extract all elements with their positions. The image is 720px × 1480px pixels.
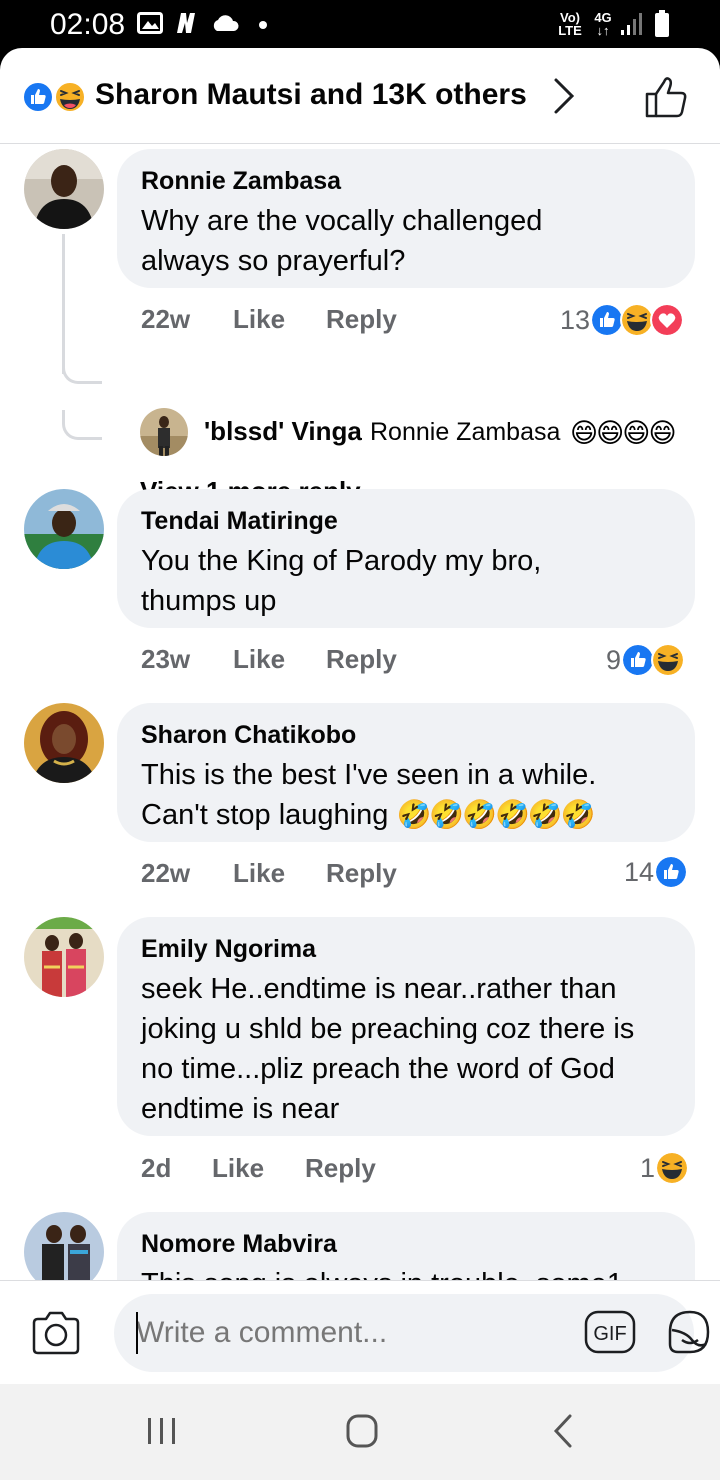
- reply-author[interactable]: 'blssd' Vinga: [204, 416, 362, 447]
- comment-bubble[interactable]: Tendai Matiringe You the King of Parody …: [117, 489, 695, 628]
- more-notifications-dot-icon: [259, 21, 267, 29]
- camera-icon[interactable]: [30, 1309, 82, 1357]
- commenter-name[interactable]: Ronnie Zambasa: [141, 165, 671, 197]
- gif-label: GIF: [593, 1323, 626, 1345]
- comment-text: This song is always in trouble, some1: [141, 1264, 671, 1280]
- status-bar: 02:08 Vo) LTE 4G ↓↑: [0, 0, 720, 48]
- reaction-count: 1: [640, 1152, 656, 1183]
- comment-time: 2d: [141, 1153, 172, 1183]
- comment-time: 23w: [141, 644, 191, 674]
- thread-branch: [62, 354, 102, 384]
- commenter-name[interactable]: Nomore Mabvira: [141, 1228, 671, 1260]
- haha-icon: [54, 81, 86, 113]
- reply-text: Ronnie Zambasa: [370, 418, 561, 446]
- gif-button[interactable]: GIF: [584, 1310, 636, 1354]
- comments-list[interactable]: Ronnie Zambasa Why are the vocally chall…: [0, 144, 720, 1280]
- reply-comment-button[interactable]: Reply: [326, 304, 397, 335]
- text-caret: [136, 1312, 138, 1354]
- chevron-right-icon[interactable]: [548, 76, 578, 116]
- avatar[interactable]: [24, 703, 104, 783]
- reactions-header[interactable]: Sharon Mautsi and 13K others: [0, 48, 720, 144]
- comment-time: 22w: [141, 858, 191, 888]
- reaction-count: 14: [624, 856, 655, 887]
- reply-preview[interactable]: 'blssd' Vinga Ronnie Zambasa 😄😄😄😄: [140, 408, 700, 456]
- love-icon: [650, 303, 685, 337]
- reply-comment-button[interactable]: Reply: [326, 644, 397, 675]
- like-icon: [654, 855, 689, 889]
- battery-icon: [655, 10, 669, 37]
- thread-branch: [62, 410, 102, 440]
- comment-text: seek He..endtime is near..rather than jo…: [141, 973, 635, 1125]
- comment-input-container[interactable]: GIF: [114, 1294, 710, 1372]
- comment-composer: GIF: [0, 1280, 720, 1384]
- comment-text: Why are the vocally challenged always so…: [141, 205, 543, 277]
- comment-bubble[interactable]: Ronnie Zambasa Why are the vocally chall…: [117, 149, 695, 288]
- commenter-name[interactable]: Sharon Chatikobo: [141, 719, 671, 751]
- like-comment-button[interactable]: Like: [212, 1153, 264, 1184]
- like-icon: [22, 81, 54, 113]
- comment-input[interactable]: [136, 1314, 456, 1352]
- avatar[interactable]: [24, 149, 104, 229]
- like-icon: [590, 303, 625, 337]
- data-arrows-label: ↓↑: [596, 23, 610, 38]
- comment-reactions[interactable]: 13: [560, 302, 685, 338]
- like-comment-button[interactable]: Like: [233, 304, 285, 335]
- reply-comment-button[interactable]: Reply: [305, 1153, 376, 1184]
- comment-reactions[interactable]: 14: [624, 854, 689, 890]
- commenter-name[interactable]: Emily Ngorima: [141, 933, 671, 965]
- comments-screen: Sharon Mautsi and 13K others Ronnie Zamb…: [0, 48, 720, 1384]
- commenter-name[interactable]: Tendai Matiringe: [141, 505, 671, 537]
- reply-comment-button[interactable]: Reply: [326, 858, 397, 889]
- avatar[interactable]: [24, 489, 104, 569]
- comment-bubble[interactable]: Emily Ngorima seek He..endtime is near..…: [117, 917, 695, 1136]
- signal-strength-icon: [621, 13, 642, 35]
- home-icon[interactable]: [338, 1408, 386, 1456]
- like-icon: [621, 643, 656, 677]
- comment-bubble[interactable]: Nomore Mabvira This song is always in tr…: [117, 1212, 695, 1280]
- comment-time: 22w: [141, 304, 191, 334]
- laughing-emojis: 🤣🤣🤣🤣🤣🤣: [396, 799, 595, 830]
- haha-icon: [620, 303, 655, 337]
- like-comment-button[interactable]: Like: [233, 644, 285, 675]
- header-reaction-icons: [22, 81, 86, 113]
- recent-apps-icon[interactable]: [138, 1408, 186, 1456]
- cloud-notification-icon: [213, 15, 239, 31]
- comment-reactions[interactable]: 9: [606, 642, 686, 678]
- sticker-icon[interactable]: [664, 1306, 714, 1358]
- lte-label: LTE: [558, 23, 582, 38]
- like-post-thumb-icon[interactable]: [644, 74, 690, 120]
- reaction-count: 9: [606, 644, 622, 675]
- comment-text: You the King of Parody my bro, thumps up: [141, 545, 542, 617]
- reply-emojis: 😄😄😄😄: [570, 418, 677, 448]
- status-time: 02:08: [50, 8, 126, 41]
- reactions-summary: Sharon Mautsi and 13K others: [95, 78, 527, 111]
- haha-icon: [651, 643, 686, 677]
- comment-text-line: Can't stop laughing 🤣🤣🤣🤣🤣🤣: [141, 795, 671, 835]
- system-navigation-bar: [0, 1384, 720, 1480]
- comment-reactions[interactable]: 1: [640, 1150, 690, 1186]
- avatar[interactable]: [140, 408, 188, 456]
- haha-icon: [655, 1151, 690, 1185]
- avatar[interactable]: [24, 917, 104, 997]
- reaction-count: 13: [560, 304, 591, 335]
- comment-text: This is the best I've seen in a while.: [141, 759, 597, 791]
- netflix-notification-icon: [177, 13, 195, 33]
- comment-bubble[interactable]: Sharon Chatikobo This is the best I've s…: [117, 703, 695, 842]
- comment-text-continued: Can't stop laughing: [141, 799, 389, 831]
- like-comment-button[interactable]: Like: [233, 858, 285, 889]
- thread-line: [62, 234, 65, 374]
- avatar[interactable]: [24, 1212, 104, 1280]
- gallery-notification-icon: [137, 12, 163, 34]
- back-icon[interactable]: [540, 1408, 588, 1456]
